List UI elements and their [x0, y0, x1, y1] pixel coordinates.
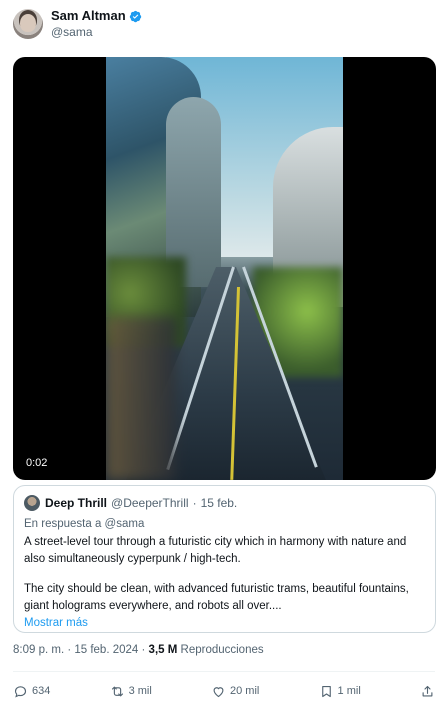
bookmark-button[interactable]: 1 mil	[319, 684, 361, 699]
quoted-paragraph-2: The city should be clean, with advanced …	[24, 583, 409, 612]
divider	[13, 671, 435, 672]
reply-icon	[14, 685, 27, 698]
video-player[interactable]: 0:02	[13, 57, 436, 480]
heart-icon	[213, 686, 224, 697]
quoted-separator: ·	[192, 496, 197, 510]
reply-count: 634	[32, 685, 51, 697]
share-icon	[422, 685, 433, 696]
tweet-time-date[interactable]: 8:09 p. m. · 15 feb. 2024 ·	[13, 644, 145, 656]
video-frame	[106, 57, 343, 480]
like-count: 20 mil	[230, 685, 260, 697]
quoted-date: 15 feb.	[200, 496, 238, 510]
quoted-tweet-header: Deep Thrill @DeeperThrill · 15 feb.	[24, 494, 425, 512]
bookmark-icon	[321, 685, 331, 697]
quoted-tweet[interactable]: Deep Thrill @DeeperThrill · 15 feb. En r…	[13, 485, 436, 633]
quoted-author-handle: @DeeperThrill	[111, 496, 189, 510]
views-label: Reproducciones	[180, 644, 264, 656]
show-more-link[interactable]: Mostrar más	[24, 615, 425, 631]
tweet-header: Sam Altman @sama	[13, 8, 435, 40]
tweet-meta: 8:09 p. m. · 15 feb. 2024 · 3,5 M Reprod…	[13, 644, 264, 656]
action-bar: 634 3 mil 20 mil 1 mil	[13, 680, 435, 702]
author-names: Sam Altman @sama	[51, 8, 142, 40]
views-count: 3,5 M	[148, 644, 178, 656]
video-timestamp: 0:02	[21, 455, 53, 471]
reply-button[interactable]: 634	[13, 684, 50, 699]
author-display-name[interactable]: Sam Altman	[51, 8, 126, 24]
repost-count: 3 mil	[128, 685, 152, 697]
author-name-row: Sam Altman	[51, 8, 142, 24]
share-button[interactable]	[420, 684, 435, 699]
quoted-tweet-text: A street-level tour through a futuristic…	[24, 534, 425, 615]
quoted-author-avatar	[24, 495, 40, 511]
author-avatar[interactable]	[13, 9, 43, 39]
video-motion-blur	[106, 317, 176, 480]
bookmark-count: 1 mil	[337, 685, 361, 697]
quoted-paragraph-1: A street-level tour through a futuristic…	[24, 536, 407, 565]
verified-badge-icon	[129, 10, 141, 22]
quoted-reply-to: En respuesta a @sama	[24, 518, 145, 530]
repost-icon	[111, 686, 123, 696]
repost-button[interactable]: 3 mil	[110, 684, 152, 699]
quoted-author-name: Deep Thrill	[45, 496, 108, 510]
author-handle[interactable]: @sama	[51, 24, 142, 40]
like-button[interactable]: 20 mil	[211, 684, 259, 699]
